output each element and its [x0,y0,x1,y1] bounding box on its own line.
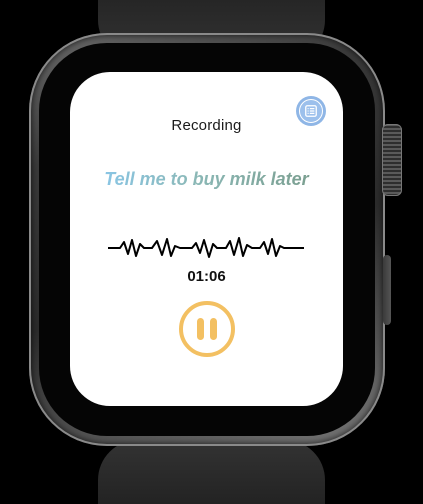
digital-crown[interactable] [382,124,402,196]
watch-screen: Recording Tell me to buy milk later 01:0… [70,72,343,406]
screen-title: Recording [171,117,242,134]
pause-icon-bar [210,318,217,340]
pause-button[interactable] [179,301,235,357]
recording-timer: 01:06 [187,268,226,285]
transcribed-phrase: Tell me to buy milk later [100,164,313,194]
side-button[interactable] [383,255,391,325]
audio-waveform [108,237,304,258]
watch-band-bottom [98,440,325,504]
pause-icon [197,318,204,340]
